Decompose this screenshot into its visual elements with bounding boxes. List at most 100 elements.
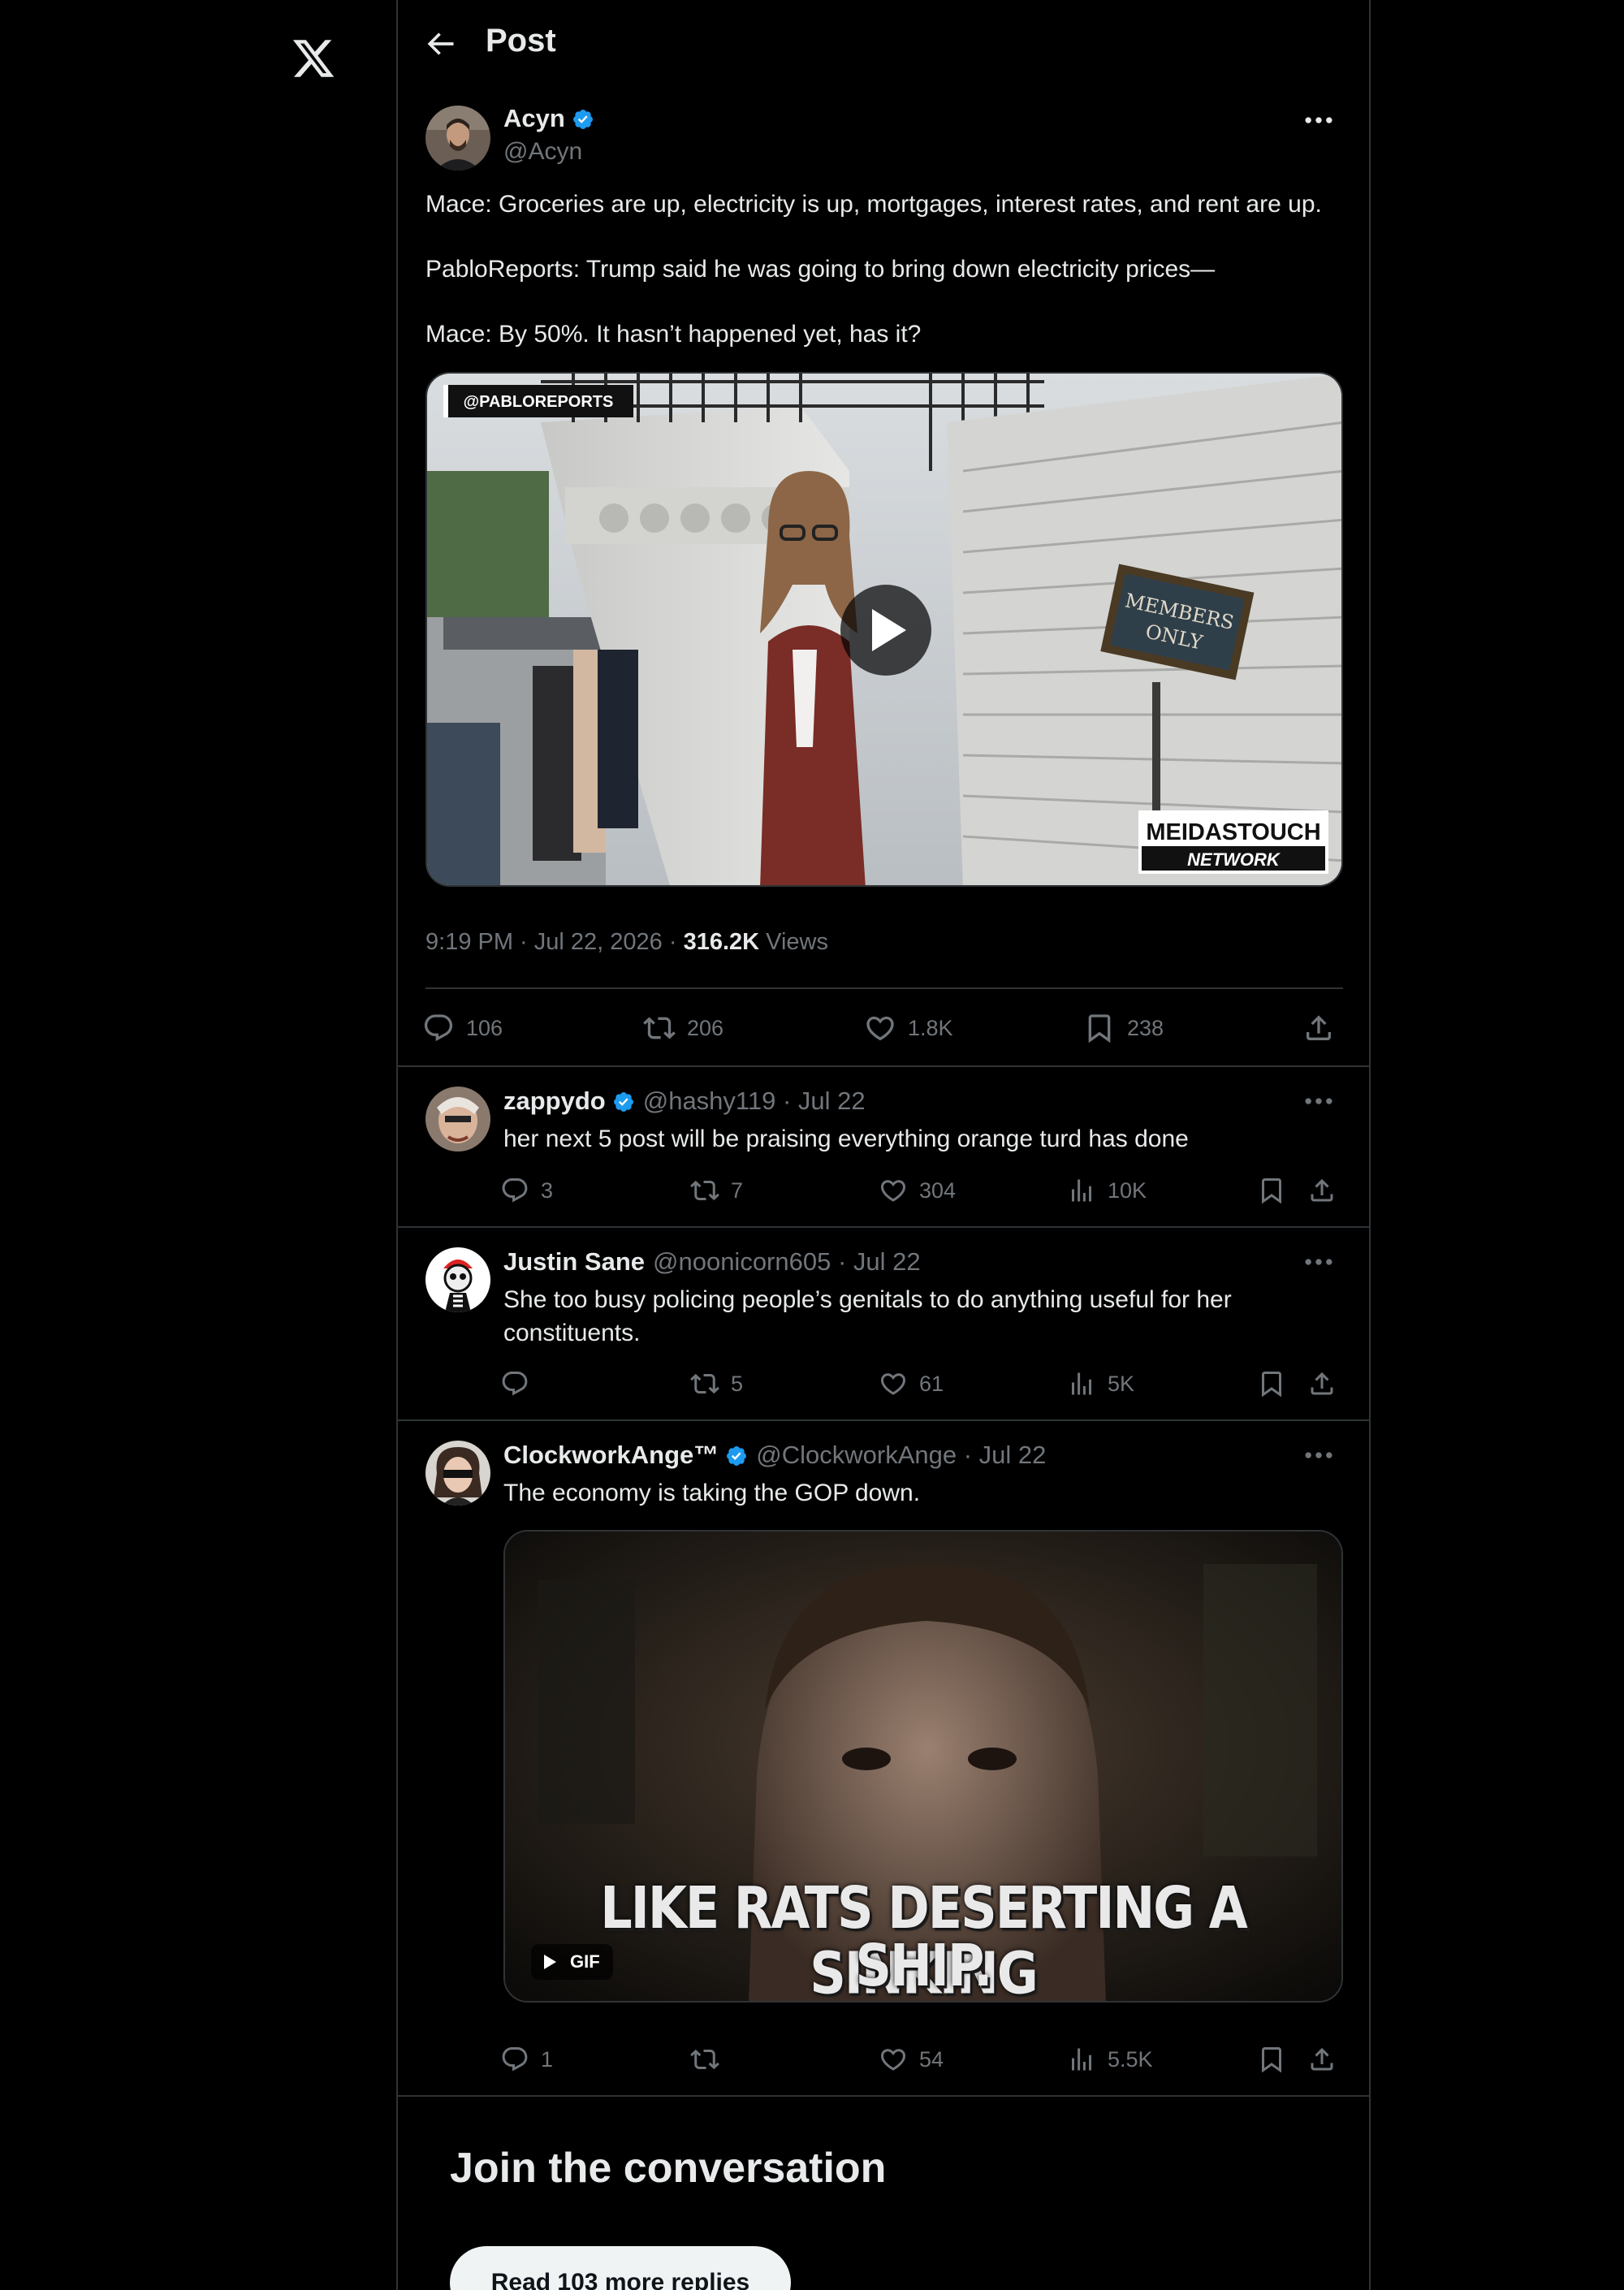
more-options-icon[interactable] — [1301, 1083, 1337, 1119]
bookmark-button[interactable]: 238 — [1083, 1012, 1164, 1044]
verified-badge-icon — [572, 108, 594, 131]
share-button[interactable] — [1302, 1012, 1335, 1044]
reply-count: 3 — [541, 1177, 554, 1203]
reply-author-name[interactable]: ClockworkAnge™ — [503, 1441, 719, 1469]
like-count: 1.8K — [908, 1015, 953, 1040]
bookmark-icon — [1257, 1176, 1286, 1205]
reply-author-handle[interactable]: @noonicorn605 — [653, 1247, 831, 1276]
like-icon — [864, 1012, 896, 1044]
like-button[interactable]: 61 — [879, 1369, 944, 1398]
reply-text: She too busy policing people’s genitals … — [503, 1286, 1232, 1346]
video-player[interactable]: MEMBERS ONLY @PABLOREPORTS MEIDASTOUCH N… — [425, 372, 1343, 887]
views-icon — [1067, 1369, 1096, 1398]
share-button[interactable] — [1307, 1369, 1337, 1398]
post-meta: 9:19 PM · Jul 22, 2026 · 316.2K Views — [425, 929, 828, 956]
share-button[interactable] — [1307, 2045, 1337, 2074]
repost-count: 206 — [687, 1015, 724, 1040]
like-button[interactable]: 54 — [879, 2045, 944, 2074]
bookmark-button[interactable] — [1257, 1176, 1286, 1205]
views-count: 5.5K — [1108, 2046, 1153, 2072]
views-count: 5K — [1108, 1371, 1135, 1396]
reply-text: The economy is taking the GOP down. — [503, 1480, 921, 1506]
divider — [425, 987, 1343, 989]
repost-button[interactable]: 206 — [643, 1012, 723, 1044]
share-button[interactable] — [1307, 1176, 1337, 1205]
reply-text: her next 5 post will be praising everyth… — [503, 1126, 1189, 1152]
views-button[interactable]: 5.5K — [1067, 2045, 1153, 2074]
like-button[interactable]: 1.8K — [864, 1012, 953, 1044]
reply-date[interactable]: · Jul 22 — [957, 1441, 1047, 1469]
post-timestamp[interactable]: 9:19 PM · Jul 22, 2026 · — [425, 929, 684, 955]
views-icon — [1067, 1176, 1096, 1205]
post-text-line-1: Mace: Groceries are up, electricity is u… — [425, 191, 1322, 218]
repost-count: 5 — [731, 1371, 744, 1396]
brand-top: MEIDASTOUCH — [1146, 819, 1320, 845]
reply-item[interactable]: Justin Sane @noonicorn605 · Jul 22 She to… — [398, 1228, 1369, 1421]
repost-icon — [690, 2045, 719, 2074]
views-button[interactable]: 10K — [1067, 1176, 1147, 1205]
play-icon — [544, 1955, 556, 1969]
views-count: 316.2K — [683, 929, 760, 955]
repost-button[interactable] — [690, 2045, 731, 2074]
more-options-icon[interactable] — [1301, 102, 1337, 138]
arrow-left-icon[interactable] — [422, 26, 458, 62]
repost-icon — [643, 1012, 676, 1044]
bookmark-icon — [1257, 2045, 1286, 2074]
views-button[interactable]: 5K — [1067, 1369, 1134, 1398]
bookmark-count: 238 — [1127, 1015, 1164, 1040]
reply-author-name[interactable]: zappydo — [503, 1087, 606, 1115]
repost-icon — [690, 1369, 719, 1398]
reply-button[interactable]: 1 — [500, 2045, 553, 2074]
reply-icon — [500, 1176, 529, 1205]
reply-icon — [500, 2045, 529, 2074]
avatar[interactable] — [425, 1247, 490, 1312]
repost-count: 7 — [731, 1177, 744, 1203]
reply-count: 1 — [541, 2046, 554, 2072]
reply-date[interactable]: · Jul 22 — [831, 1247, 921, 1276]
reply-author-handle[interactable]: @ClockworkAnge — [756, 1441, 957, 1469]
share-icon — [1302, 1012, 1335, 1044]
bookmark-button[interactable] — [1257, 1369, 1286, 1398]
read-more-replies-button[interactable]: Read 103 more replies — [450, 2246, 791, 2290]
bookmark-icon — [1083, 1012, 1116, 1044]
post-header: Post — [398, 0, 1369, 86]
repost-button[interactable]: 5 — [690, 1369, 743, 1398]
verified-badge-icon — [725, 1445, 748, 1467]
verified-badge-icon — [612, 1091, 635, 1113]
reply-item[interactable]: ClockworkAnge™ @ClockworkAnge · Jul 22 Th… — [398, 1421, 1369, 2097]
author-name[interactable]: Acyn — [503, 104, 565, 132]
like-icon — [879, 1369, 908, 1398]
x-logo-icon[interactable] — [291, 36, 336, 81]
like-icon — [879, 2045, 908, 2074]
reply-author-name[interactable]: Justin Sane — [503, 1247, 645, 1276]
main-post: Acyn @Acyn Mace: Groceries are up, elect… — [398, 86, 1369, 1067]
share-icon — [1307, 2045, 1337, 2074]
repost-icon — [690, 1176, 719, 1205]
avatar[interactable] — [425, 106, 490, 171]
views-count: 10K — [1108, 1177, 1147, 1203]
reply-author-handle[interactable]: @hashy119 — [643, 1087, 776, 1115]
share-icon — [1307, 1176, 1337, 1205]
gif-media[interactable]: LIKE RATS DESERTING A SINKING SHIP. GIF — [503, 1530, 1343, 2003]
like-button[interactable]: 304 — [879, 1176, 956, 1205]
repost-button[interactable]: 7 — [690, 1176, 743, 1205]
reply-count: 106 — [466, 1015, 503, 1040]
reply-button[interactable]: 106 — [422, 1012, 503, 1044]
gif-badge[interactable]: GIF — [531, 1944, 613, 1980]
more-options-icon[interactable] — [1301, 1437, 1337, 1473]
reply-button[interactable] — [500, 1369, 541, 1398]
reply-button[interactable]: 3 — [500, 1176, 553, 1205]
views-icon — [1067, 2045, 1096, 2074]
avatar[interactable] — [425, 1087, 490, 1151]
author-handle[interactable]: @Acyn — [503, 138, 582, 166]
post-text-line-3: Mace: By 50%. It hasn’t happened yet, ha… — [425, 321, 922, 348]
reply-date[interactable]: · Jul 22 — [775, 1087, 866, 1115]
more-options-icon[interactable] — [1301, 1244, 1337, 1280]
gif-label: GIF — [570, 1951, 600, 1972]
views-label: Views — [759, 929, 828, 955]
bookmark-icon — [1257, 1369, 1286, 1398]
avatar[interactable] — [425, 1441, 490, 1506]
bookmark-button[interactable] — [1257, 2045, 1286, 2074]
reply-item[interactable]: zappydo @hashy119 · Jul 22 her next 5 pos… — [398, 1067, 1369, 1228]
brand-bottom: NETWORK — [1187, 849, 1281, 870]
